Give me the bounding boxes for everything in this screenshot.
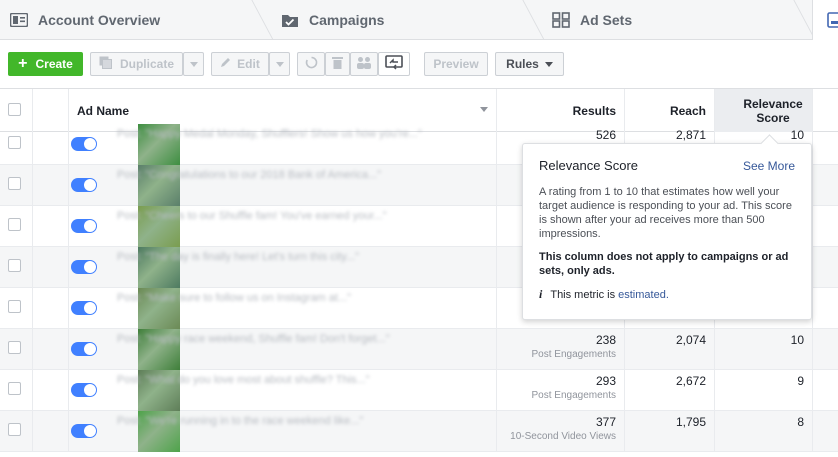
results-value: 377 bbox=[595, 415, 616, 429]
users-split-icon bbox=[356, 56, 372, 72]
table-row[interactable]: Post: "Happy race weekend, Shuffle fam! … bbox=[0, 329, 838, 370]
tab-ads[interactable] bbox=[812, 0, 838, 41]
relevance-score-value: 10 bbox=[790, 128, 804, 142]
row-checkbox[interactable] bbox=[8, 423, 21, 436]
tab-campaigns[interactable]: Campaigns bbox=[281, 0, 384, 40]
tab-account-overview[interactable]: Account Overview bbox=[10, 0, 160, 40]
pencil-icon bbox=[220, 57, 231, 71]
trash-icon bbox=[332, 56, 343, 72]
chevron-down-icon bbox=[544, 61, 553, 67]
preview-swap-button[interactable] bbox=[378, 52, 410, 76]
relevance-score-tooltip: Relevance Score See More A rating from 1… bbox=[522, 143, 812, 320]
tab-bar: Account Overview Campaigns Ad Sets bbox=[0, 0, 838, 41]
relevance-score-value: 10 bbox=[790, 333, 804, 347]
tab-label: Campaigns bbox=[309, 12, 385, 28]
table-row[interactable]: Post: "We're running in to the race week… bbox=[0, 411, 838, 452]
row-checkbox[interactable] bbox=[8, 136, 21, 149]
results-value: 238 bbox=[595, 333, 616, 347]
ad-name[interactable]: Post: "The day is finally here! Let's tu… bbox=[117, 251, 359, 263]
account-overview-icon bbox=[10, 12, 28, 28]
tooltip-note: This column does not apply to campaigns … bbox=[539, 251, 789, 277]
tab-label: Account Overview bbox=[38, 12, 161, 28]
ad-name[interactable]: Post: "Congratulations to our 2018 Bank … bbox=[117, 169, 381, 181]
row-checkbox[interactable] bbox=[8, 300, 21, 313]
ads-icon bbox=[827, 12, 838, 31]
edit-dropdown[interactable] bbox=[269, 52, 290, 76]
reach-value: 2,871 bbox=[675, 128, 706, 142]
row-checkbox[interactable] bbox=[8, 382, 21, 395]
result-type: Post Engagements bbox=[531, 390, 617, 401]
select-all-checkbox[interactable] bbox=[8, 103, 21, 116]
row-checkbox[interactable] bbox=[8, 177, 21, 190]
tooltip-description: A rating from 1 to 10 that estimates how… bbox=[539, 186, 792, 240]
ad-name[interactable]: Post: "Happy Medal Monday, Shufflers! Sh… bbox=[117, 128, 422, 140]
relevance-score-value: 9 bbox=[797, 374, 804, 388]
refresh-button[interactable] bbox=[297, 52, 325, 76]
delete-button[interactable] bbox=[325, 52, 350, 76]
reach-value: 2,672 bbox=[675, 374, 706, 388]
relevance-score-value: 8 bbox=[797, 415, 804, 429]
ab-test-button[interactable] bbox=[350, 52, 378, 76]
results-value: 293 bbox=[595, 374, 616, 388]
ad-name[interactable]: Post: "What do you love most about shuff… bbox=[117, 374, 370, 386]
result-type: Post Engagements bbox=[531, 349, 617, 360]
rules-button[interactable]: Rules bbox=[495, 52, 564, 76]
ad-name[interactable]: Post: "We're running in to the race week… bbox=[117, 415, 363, 427]
ad-name[interactable]: Post: "Make sure to follow us on Instagr… bbox=[117, 292, 351, 304]
plus-icon: + bbox=[18, 55, 28, 72]
results-value: 526 bbox=[595, 128, 616, 142]
chevron-down-icon bbox=[275, 61, 284, 67]
refresh-icon bbox=[305, 56, 318, 72]
row-checkbox[interactable] bbox=[8, 218, 21, 231]
tooltip-footer: i This metric is estimated. bbox=[539, 287, 669, 301]
table-row[interactable]: Post: "What do you love most about shuff… bbox=[0, 370, 838, 411]
ad-name[interactable]: Post: "Cheers to our Shuffle fam! You've… bbox=[117, 210, 387, 222]
preview-swap-icon bbox=[385, 54, 403, 74]
chevron-down-icon bbox=[189, 61, 198, 67]
preview-button[interactable]: Preview bbox=[424, 52, 488, 76]
tooltip-title: Relevance Score bbox=[539, 158, 638, 173]
reach-value: 2,074 bbox=[675, 333, 706, 347]
see-more-link[interactable]: See More bbox=[743, 159, 795, 173]
edit-button[interactable]: Edit bbox=[211, 52, 269, 76]
estimated-link[interactable]: estimated. bbox=[618, 289, 669, 301]
ad-name[interactable]: Post: "Happy race weekend, Shuffle fam! … bbox=[117, 333, 390, 345]
toolbar: + Create Duplicate Edit Preview Rules bbox=[0, 40, 838, 88]
tab-ad-sets[interactable]: Ad Sets bbox=[552, 0, 632, 40]
grid-icon bbox=[552, 12, 570, 28]
row-checkbox[interactable] bbox=[8, 341, 21, 354]
duplicate-icon bbox=[99, 56, 112, 72]
duplicate-dropdown[interactable] bbox=[183, 52, 204, 76]
result-type: 10-Second Video Views bbox=[510, 431, 616, 442]
duplicate-button[interactable]: Duplicate bbox=[90, 52, 183, 76]
row-checkbox[interactable] bbox=[8, 259, 21, 272]
create-button[interactable]: + Create bbox=[8, 52, 83, 76]
reach-value: 1,795 bbox=[675, 415, 706, 429]
sort-arrow-icon[interactable] bbox=[480, 107, 488, 112]
folder-check-icon bbox=[281, 12, 299, 28]
info-icon: i bbox=[539, 287, 543, 301]
tab-label: Ad Sets bbox=[580, 12, 633, 28]
